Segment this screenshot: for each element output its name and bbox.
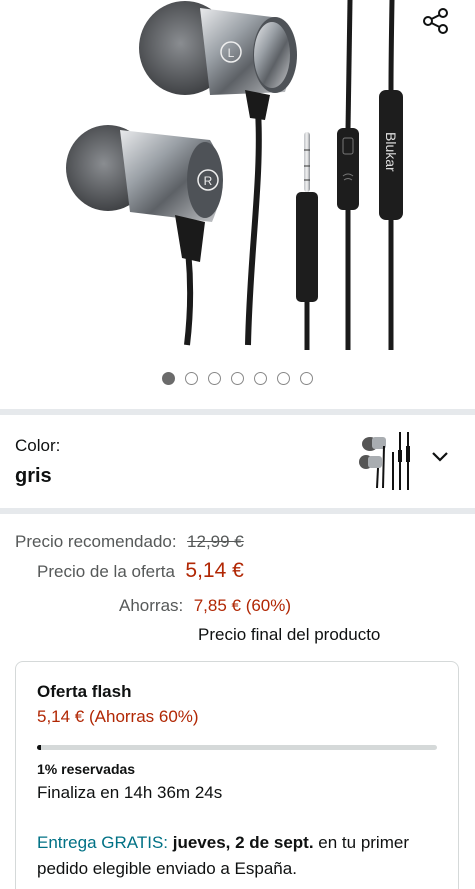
- chevron-down-icon[interactable]: [430, 446, 450, 466]
- savings-value: 7,85 € (60%): [193, 596, 292, 615]
- carousel-dot[interactable]: [162, 372, 175, 385]
- final-price-note: Precio final del producto: [198, 625, 381, 644]
- carousel-dot[interactable]: [254, 372, 267, 385]
- color-selector[interactable]: Color: gris: [0, 420, 475, 508]
- earphones-illustration: L R Blukar: [66, 0, 403, 350]
- flash-deal-price: 5,14 € (Ahorras 60%): [37, 707, 199, 726]
- left-marker: L: [228, 46, 235, 60]
- carousel-dot[interactable]: [185, 372, 198, 385]
- flash-deal-title: Oferta flash: [37, 682, 132, 701]
- delivery-info: Entrega GRATIS: jueves, 2 de sept. en tu…: [37, 830, 442, 882]
- section-divider: [0, 508, 475, 514]
- deal-countdown: Finaliza en 14h 36m 24s: [37, 783, 223, 802]
- share-icon[interactable]: [421, 6, 451, 36]
- carousel-dot[interactable]: [277, 372, 290, 385]
- offer-price-value: 5,14 €: [185, 559, 244, 582]
- brand-label: Blukar: [383, 132, 399, 172]
- reserved-progress-fill: [37, 745, 41, 750]
- reserved-percentage: 1% reservadas: [37, 761, 136, 777]
- color-swatch-thumbnail[interactable]: [356, 432, 416, 492]
- image-carousel-indicator[interactable]: [0, 372, 475, 385]
- carousel-dot[interactable]: [208, 372, 221, 385]
- delivery-date: jueves, 2 de sept.: [172, 833, 314, 852]
- color-value: gris: [15, 465, 52, 487]
- recommended-price-value: 12,99 €: [187, 532, 244, 551]
- recommended-price-label: Precio recomendado:: [15, 532, 177, 551]
- reserved-progress-bar: [37, 745, 437, 750]
- free-delivery-label[interactable]: Entrega GRATIS:: [37, 833, 168, 852]
- right-marker: R: [204, 174, 213, 188]
- product-image[interactable]: L R Blukar: [0, 0, 475, 360]
- section-divider: [0, 409, 475, 415]
- carousel-dot[interactable]: [300, 372, 313, 385]
- flash-deal-card: Oferta flash 5,14 € (Ahorras 60%) 1% res…: [15, 661, 459, 889]
- offer-price-label: Precio de la oferta: [37, 562, 175, 581]
- carousel-dot[interactable]: [231, 372, 244, 385]
- color-label: Color:: [15, 436, 61, 455]
- savings-label: Ahorras:: [119, 596, 184, 615]
